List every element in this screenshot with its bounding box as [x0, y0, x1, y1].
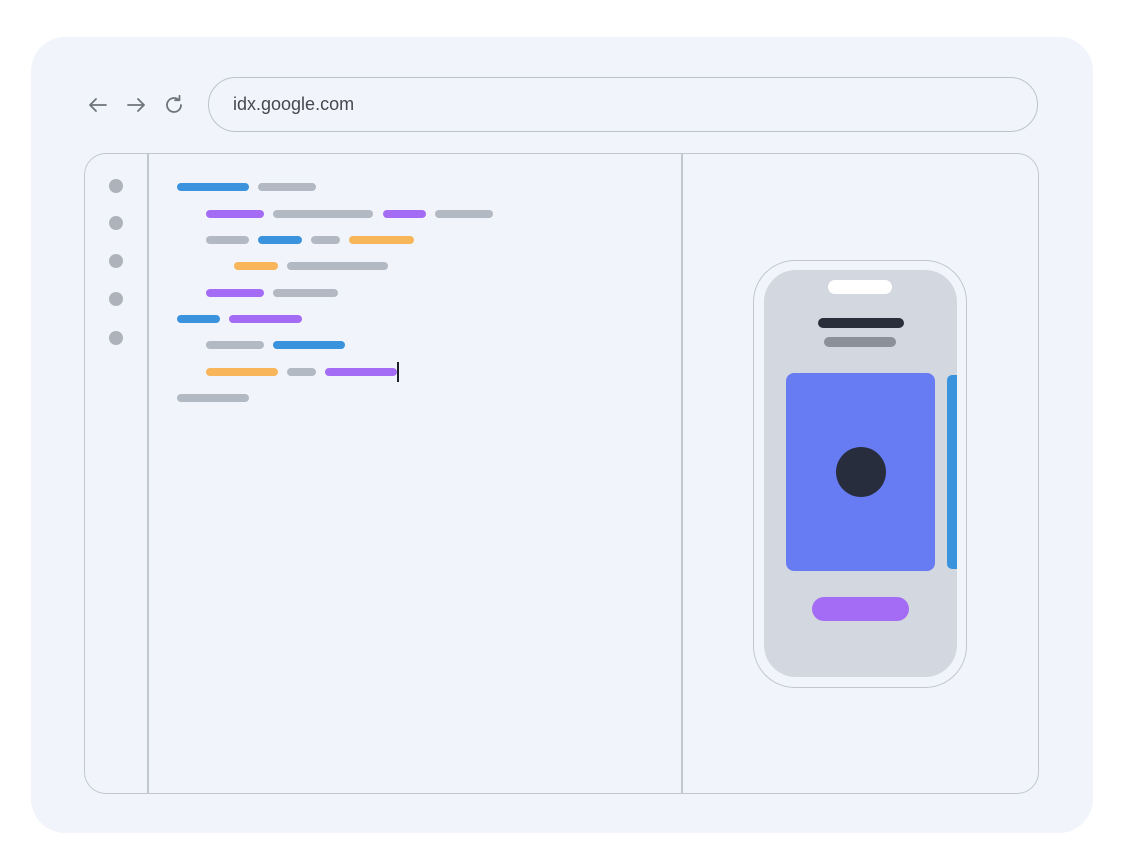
refresh-icon[interactable] — [162, 93, 186, 117]
gutter-icon[interactable] — [109, 216, 123, 230]
forward-arrow-icon[interactable] — [124, 93, 148, 117]
back-arrow-icon[interactable] — [86, 93, 110, 117]
code-token — [177, 183, 249, 191]
code-token — [273, 210, 373, 218]
code-token — [435, 210, 493, 218]
code-token — [258, 236, 302, 244]
code-token — [206, 210, 264, 218]
preview-subtitle — [824, 337, 896, 347]
code-token — [325, 368, 397, 376]
code-token — [234, 262, 278, 270]
gutter-icon[interactable] — [109, 292, 123, 306]
gutter-icon[interactable] — [109, 179, 123, 193]
code-token — [206, 368, 278, 376]
gutter-icon[interactable] — [109, 254, 123, 268]
code-token — [206, 236, 249, 244]
url-text: idx.google.com — [233, 94, 355, 114]
code-token — [287, 368, 316, 376]
code-token — [206, 341, 264, 349]
code-token — [177, 315, 220, 323]
preview-title — [818, 318, 904, 328]
text-cursor — [397, 362, 399, 382]
preview-action-button[interactable] — [812, 597, 909, 621]
code-token — [258, 183, 316, 191]
address-bar[interactable]: idx.google.com — [208, 77, 1038, 132]
next-card-peek[interactable] — [947, 375, 957, 569]
preview-divider — [681, 154, 683, 793]
code-token — [206, 289, 264, 297]
card-image-icon — [836, 447, 886, 497]
code-token — [273, 289, 338, 297]
gutter-icon[interactable] — [109, 331, 123, 345]
gutter-divider — [147, 154, 149, 793]
code-token — [349, 236, 414, 244]
code-token — [273, 341, 345, 349]
phone-notch — [828, 280, 892, 294]
code-token — [383, 210, 426, 218]
code-token — [287, 262, 388, 270]
code-token — [177, 394, 249, 402]
code-token — [229, 315, 302, 323]
code-token — [311, 236, 340, 244]
